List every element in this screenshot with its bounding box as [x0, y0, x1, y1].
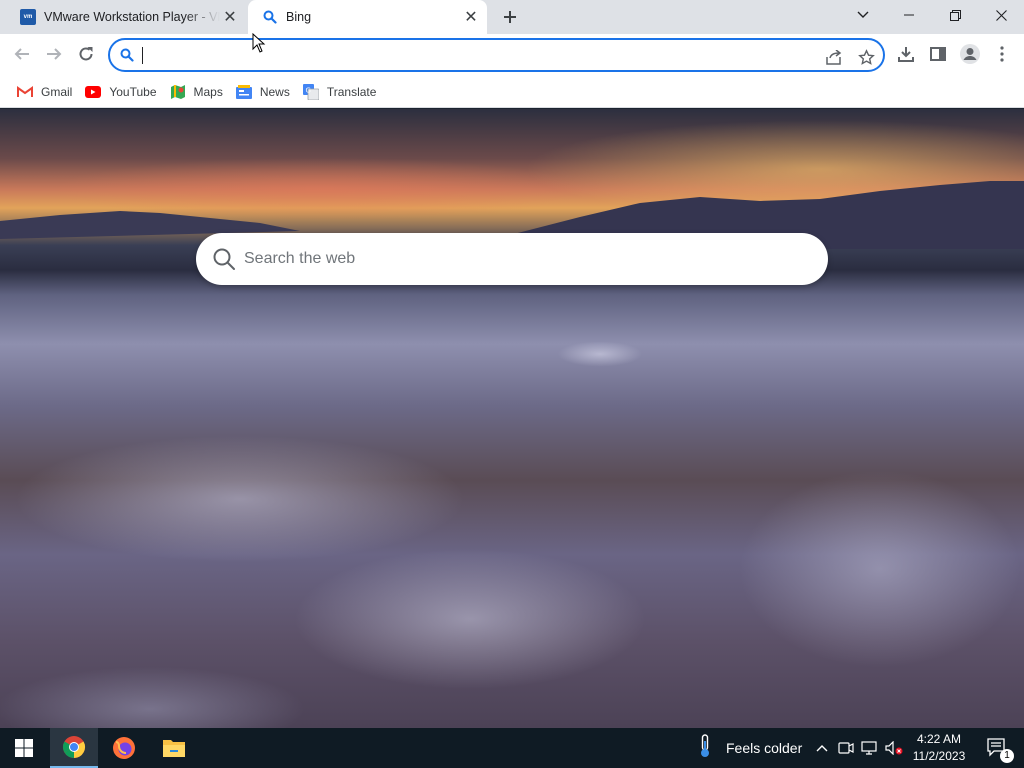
bookmark-label: News [259, 84, 290, 99]
restore-icon [949, 9, 961, 21]
downloads-button[interactable] [891, 39, 921, 69]
bing-search-icon [262, 9, 278, 25]
address-bar[interactable] [108, 38, 885, 72]
avatar-icon [960, 44, 980, 64]
clock-time: 4:22 AM [916, 732, 962, 746]
meet-now-icon[interactable] [836, 738, 856, 758]
plus-icon [504, 11, 516, 23]
mouse-cursor-icon [252, 33, 266, 53]
web-search-input[interactable] [244, 247, 804, 271]
notification-center-button[interactable]: 1 [978, 728, 1018, 768]
bookmark-news[interactable]: News [231, 80, 295, 104]
tab-search-button[interactable] [840, 0, 886, 30]
bookmark-youtube[interactable]: YouTube [80, 80, 161, 104]
system-clock[interactable]: 4:22 AM 11/2/2023 [906, 731, 972, 765]
bing-new-tab-page [0, 109, 1024, 728]
taskbar: Feels colder 4:22 AM 11/2/2023 1 [0, 728, 1024, 768]
weather-text[interactable]: Feels colder [726, 740, 802, 756]
address-input[interactable] [140, 45, 810, 65]
volume-muted-icon[interactable] [884, 738, 904, 758]
bookmark-label: Maps [193, 84, 223, 99]
vmware-icon: vm [20, 9, 36, 25]
gmail-icon [17, 84, 33, 100]
tab-strip: vm VMware Workstation Player - VMware ✕ … [0, 0, 1024, 34]
menu-button[interactable] [987, 39, 1017, 69]
forward-arrow-icon [47, 48, 62, 60]
reload-button[interactable] [71, 39, 101, 69]
taskbar-firefox[interactable] [100, 728, 148, 768]
bookmark-star-icon[interactable] [856, 47, 876, 67]
bookmark-label: Translate [326, 84, 377, 99]
close-tab-icon[interactable]: ✕ [220, 7, 240, 27]
tab-title: Bing [286, 10, 312, 24]
search-icon [120, 48, 134, 67]
minimize-icon [904, 14, 914, 16]
web-search-box[interactable] [196, 233, 828, 285]
close-window-button[interactable] [978, 0, 1024, 30]
chevron-up-icon[interactable] [812, 738, 832, 758]
reload-icon [79, 47, 93, 61]
forward-button[interactable] [39, 39, 69, 69]
minimize-button[interactable] [886, 0, 932, 30]
translate-icon: G [302, 83, 319, 100]
tab-title: VMware Workstation Player - VMware [44, 10, 220, 24]
restore-button[interactable] [932, 0, 978, 30]
bookmark-label: YouTube [109, 84, 157, 99]
bookmark-maps[interactable]: Maps [165, 80, 228, 104]
tab-vmware[interactable]: vm VMware Workstation Player - VMware ✕ [8, 0, 246, 34]
maps-icon [170, 84, 186, 100]
new-tab-button[interactable] [498, 5, 522, 29]
taskbar-file-explorer[interactable] [150, 728, 198, 768]
clock-date: 11/2/2023 [912, 749, 966, 763]
back-button[interactable] [7, 39, 37, 69]
toolbar [0, 34, 1024, 76]
text-caret [142, 47, 143, 64]
side-panel-button[interactable] [923, 39, 953, 69]
start-button[interactable] [0, 728, 48, 768]
share-icon[interactable] [824, 47, 844, 67]
network-icon[interactable] [860, 738, 880, 758]
bookmark-label: Gmail [41, 84, 73, 99]
bookmarks-bar: Gmail YouTube Maps News G Translate [0, 76, 1024, 108]
profile-button[interactable] [955, 39, 985, 69]
chrome-icon [63, 736, 85, 758]
taskbar-chrome[interactable] [50, 728, 98, 768]
back-arrow-icon [14, 48, 29, 60]
chevron-down-icon [857, 11, 869, 18]
news-icon [235, 84, 252, 100]
bookmark-gmail[interactable]: Gmail [12, 80, 77, 104]
svg-text:G: G [305, 86, 310, 94]
tab-bing[interactable]: Bing ✕ [248, 0, 487, 34]
download-icon [898, 47, 914, 62]
bookmark-translate[interactable]: G Translate [298, 80, 382, 104]
windows-logo-icon [15, 739, 33, 757]
youtube-icon [85, 84, 102, 100]
file-explorer-icon [163, 740, 185, 757]
more-vertical-icon [1000, 46, 1004, 62]
search-icon [212, 247, 236, 276]
side-panel-icon [930, 47, 946, 61]
close-icon [995, 9, 1007, 21]
notification-count-badge: 1 [1000, 749, 1014, 763]
thermometer-icon[interactable] [694, 734, 716, 757]
firefox-icon [113, 737, 135, 759]
close-tab-icon[interactable]: ✕ [461, 7, 481, 27]
